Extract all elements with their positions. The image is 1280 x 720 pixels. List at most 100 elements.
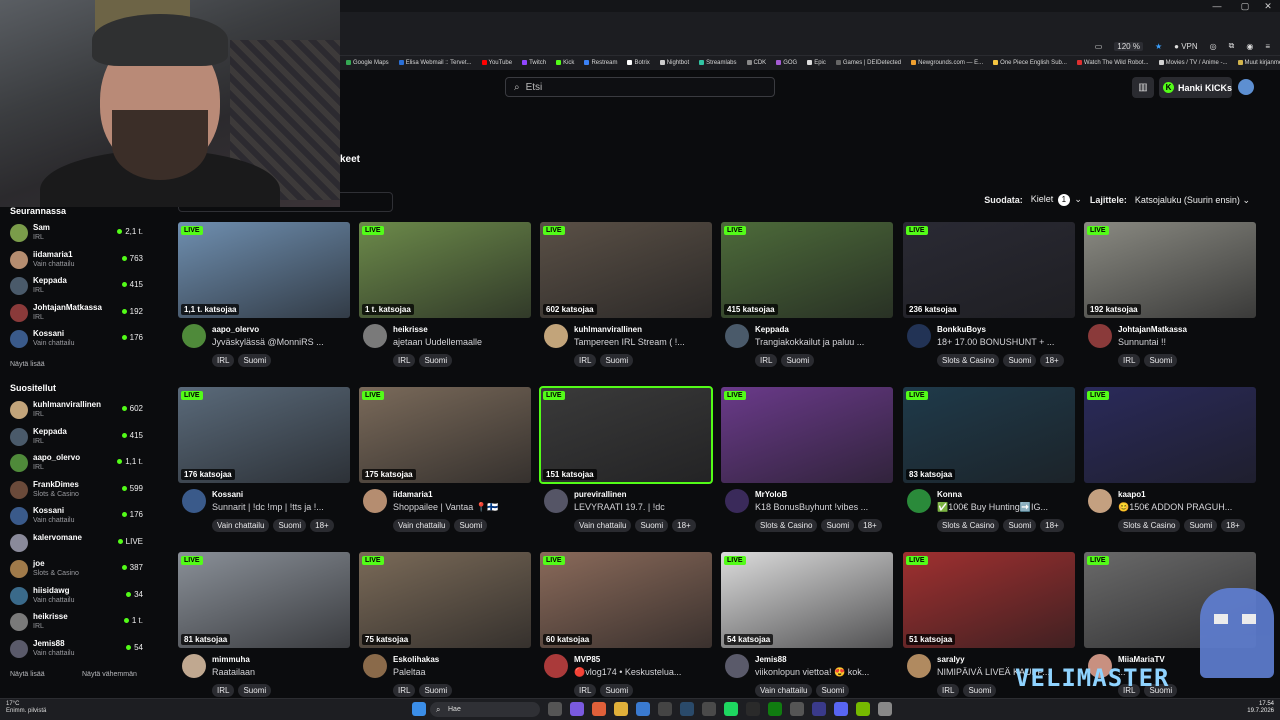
stream-title[interactable]: 🔴vlog174 • Keskustelua...: [574, 667, 710, 678]
app-icon[interactable]: [570, 702, 584, 716]
stream-title[interactable]: Paleltaa: [393, 667, 529, 677]
stream-card[interactable]: LIVE 602 katsojaa kuhlmanvirallinen Tampere…: [540, 222, 712, 367]
stream-tag[interactable]: Suomi: [419, 684, 453, 697]
stream-tag[interactable]: IRL: [755, 354, 778, 367]
stream-tag[interactable]: Suomi: [781, 354, 815, 367]
stream-title[interactable]: ajetaan Uudellemaalle: [393, 337, 529, 347]
spotify-icon[interactable]: [724, 702, 738, 716]
bookmark-item[interactable]: Newgrounds.com — E...: [911, 59, 983, 66]
following-show-more[interactable]: Näytä lisää: [10, 361, 45, 368]
sidebar-channel-recommended[interactable]: kalervomane LIVE: [10, 532, 145, 556]
stream-title[interactable]: Sunnarit | !dc !mp | !tts ja !...: [212, 502, 348, 512]
sidebar-channel-recommended[interactable]: hiisidawg Vain chattailu 34: [10, 585, 145, 609]
stream-tag[interactable]: IRL: [393, 354, 416, 367]
channel-name[interactable]: JohtajanMatkassa: [1118, 325, 1187, 334]
stream-card[interactable]: LIVE 415 katsojaa Keppada Trangiakokkailut …: [721, 222, 893, 367]
stream-thumbnail[interactable]: LIVE 1 t. katsojaa: [359, 222, 531, 318]
stream-card[interactable]: LIVE 81 katsojaa mimmuha Raatailaan IRL Suomi: [178, 552, 350, 697]
channel-avatar[interactable]: [182, 489, 206, 513]
channel-name[interactable]: purevirallinen: [574, 490, 626, 499]
stream-tag[interactable]: Suomi: [419, 354, 453, 367]
stream-tag[interactable]: IRL: [937, 684, 960, 697]
channel-name[interactable]: kuhlmanvirallinen: [574, 325, 642, 334]
stream-tag[interactable]: Suomi: [1144, 354, 1178, 367]
channel-avatar[interactable]: [544, 324, 568, 348]
channel-name[interactable]: Eskolihakas: [393, 655, 439, 664]
address-bar[interactable]: ▭ 120 % ★ ● VPN ◎ ⧉ ◉ ≡: [340, 38, 1280, 56]
channel-avatar[interactable]: [725, 654, 749, 678]
stream-card[interactable]: LIVE 1,1 t. katsojaa aapo_olervo Jyväskyläs…: [178, 222, 350, 367]
app-icon[interactable]: [702, 702, 716, 716]
app-icon[interactable]: [812, 702, 826, 716]
screenshot-icon[interactable]: ▭: [1095, 42, 1103, 51]
bookmark-item[interactable]: One Piece English Sub...: [993, 59, 1067, 66]
stream-tag[interactable]: 18+: [1221, 519, 1245, 532]
maximize-icon[interactable]: ▢: [1233, 0, 1257, 12]
bookmark-item[interactable]: Elisa Webmail :: Tervet...: [398, 59, 472, 66]
app-icon[interactable]: [878, 702, 892, 716]
bookmark-item[interactable]: Watch The Wild Robot...: [1076, 59, 1149, 66]
stream-tag[interactable]: IRL: [393, 684, 416, 697]
app-icon[interactable]: [746, 702, 760, 716]
sidebar-channel-recommended[interactable]: kuhlmanvirallinen IRL 602: [10, 399, 145, 423]
taskbar-clock[interactable]: 17.54 19.7.2026: [1247, 701, 1274, 715]
wallet-icon[interactable]: ◎: [1210, 42, 1217, 51]
stream-title[interactable]: 😊150€ ADDON PRAGUH...: [1118, 502, 1254, 513]
stream-card[interactable]: LIVE 151 katsojaa purevirallinen LEVYRAATI …: [539, 386, 713, 532]
sidebar-channel-recommended[interactable]: aapo_olervo IRL 1,1 t.: [10, 452, 145, 476]
user-avatar[interactable]: [1238, 79, 1254, 95]
channel-avatar[interactable]: [544, 654, 568, 678]
vpn-button[interactable]: ● VPN: [1174, 42, 1198, 51]
bookmark-item[interactable]: GOG: [776, 59, 797, 66]
stream-title[interactable]: viikonlopun viettoa! 😍 kok...: [755, 667, 891, 678]
minimize-icon[interactable]: —: [1205, 0, 1229, 12]
sidebar-channel-recommended[interactable]: Kossani Vain chattailu 176: [10, 505, 145, 529]
stream-tag[interactable]: Vain chattailu: [212, 519, 270, 532]
stream-tag[interactable]: Slots & Casino: [937, 354, 1000, 367]
stream-tag[interactable]: Vain chattailu: [755, 684, 813, 697]
stream-tag[interactable]: IRL: [1118, 354, 1141, 367]
channel-avatar[interactable]: [363, 324, 387, 348]
stream-tag[interactable]: Slots & Casino: [1118, 519, 1181, 532]
stream-thumbnail[interactable]: LIVE 81 katsojaa: [178, 552, 350, 648]
stream-thumbnail[interactable]: LIVE 54 katsojaa: [721, 552, 893, 648]
channel-avatar[interactable]: [363, 654, 387, 678]
app-icon[interactable]: [790, 702, 804, 716]
bookmark-item[interactable]: Muut kirjanmerkit: [1237, 59, 1280, 66]
bookmark-star-icon[interactable]: ★: [1155, 42, 1162, 51]
task-view-icon[interactable]: [548, 702, 562, 716]
stream-card[interactable]: LIVE MrYoloB K18 BonusBuyhunt !vibes ... Sl…: [721, 387, 893, 532]
windows-start-icon[interactable]: [412, 702, 426, 716]
stream-title[interactable]: Jyväskylässä @MonniRS ...: [212, 337, 348, 347]
stream-tag[interactable]: Suomi: [454, 519, 488, 532]
stream-title[interactable]: K18 BonusBuyhunt !vibes ...: [755, 502, 891, 512]
stream-tag[interactable]: 18+: [310, 519, 334, 532]
stream-thumbnail[interactable]: LIVE 1,1 t. katsojaa: [178, 222, 350, 318]
profile-icon[interactable]: ◉: [1246, 42, 1253, 51]
stream-tag[interactable]: Suomi: [816, 684, 850, 697]
stream-title[interactable]: Raatailaan: [212, 667, 348, 677]
bookmark-item[interactable]: Streamlabs: [699, 59, 737, 66]
channel-name[interactable]: Keppada: [755, 325, 789, 334]
channel-name[interactable]: Kossani: [212, 490, 243, 499]
stream-title[interactable]: LEVYRAATI 19.7. | !dc: [574, 502, 710, 512]
channel-name[interactable]: kaapo1: [1118, 490, 1146, 499]
extensions-icon[interactable]: ⧉: [1229, 41, 1235, 51]
stream-title[interactable]: Sunnuntai !!: [1118, 337, 1254, 347]
sidebar-channel-following[interactable]: Sam IRL 2,1 t.: [10, 222, 145, 246]
recommended-show-less[interactable]: Näytä vähemmän: [82, 671, 137, 678]
channel-avatar[interactable]: [544, 489, 568, 513]
bookmark-item[interactable]: Kick: [556, 59, 574, 66]
stream-title[interactable]: Trangiakokkailut ja paluu ...: [755, 337, 891, 347]
stream-title[interactable]: ✅100€ Buy Hunting➡️IG...: [937, 502, 1073, 513]
sidebar-channel-recommended[interactable]: heikrisse IRL 1 t.: [10, 611, 145, 635]
taskbar-search[interactable]: ⌕ Hae: [430, 702, 540, 717]
bookmark-item[interactable]: Nightbot: [659, 59, 689, 66]
stream-card[interactable]: LIVE 175 katsojaa iidamaria1 Shoppailee | V…: [359, 387, 531, 532]
stream-tag[interactable]: Slots & Casino: [937, 519, 1000, 532]
bookmark-item[interactable]: Games | DEIDetected: [835, 59, 901, 66]
stream-thumbnail[interactable]: LIVE: [1084, 387, 1256, 483]
stream-tag[interactable]: Vain chattailu: [393, 519, 451, 532]
channel-name[interactable]: MiiaMariaTV: [1118, 655, 1165, 664]
languages-dropdown[interactable]: Kielet 1 ⌄: [1031, 194, 1082, 206]
